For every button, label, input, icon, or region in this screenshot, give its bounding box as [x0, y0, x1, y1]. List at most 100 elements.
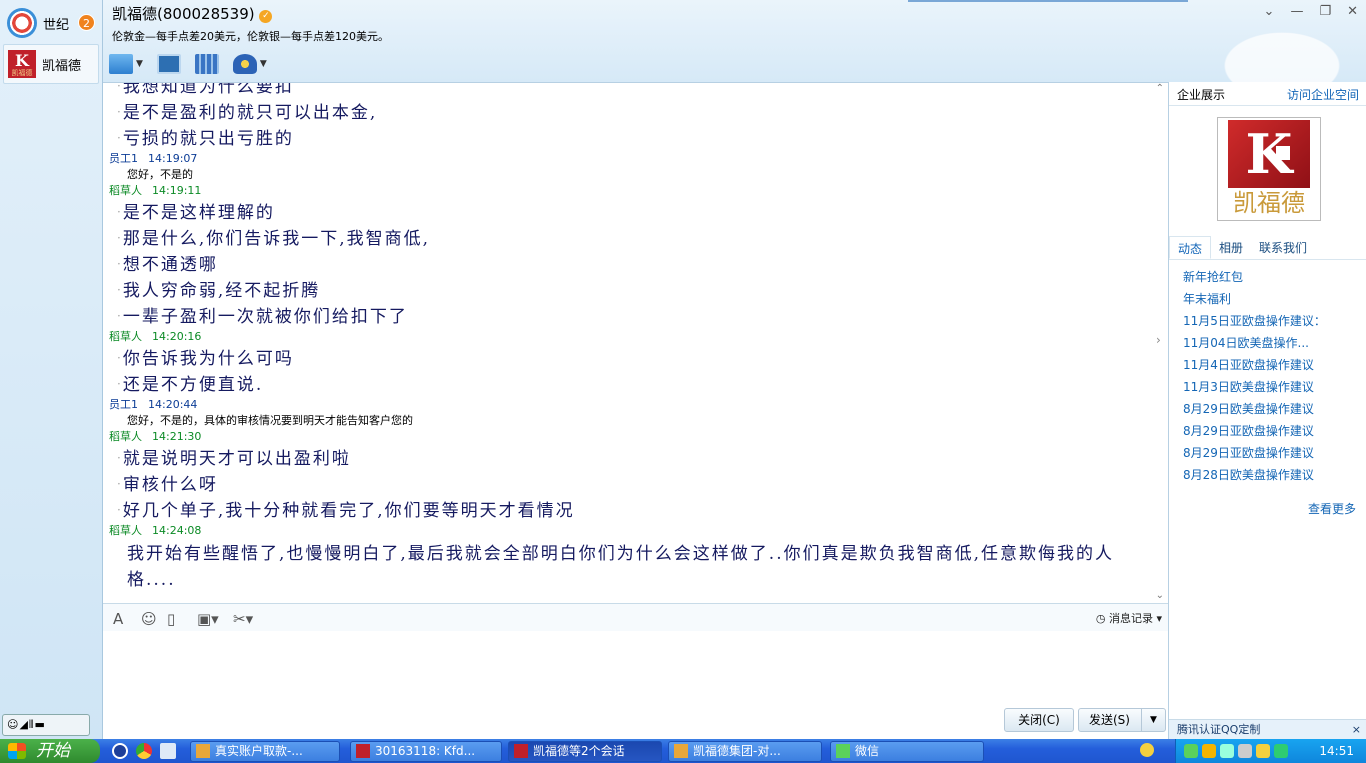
news-item[interactable]: 新年抢红包 [1183, 266, 1326, 288]
scroll-up-icon[interactable]: ⌃ [1156, 83, 1164, 94]
app-icon [514, 744, 528, 758]
message-line: · 审核什么呀 [103, 471, 1155, 497]
message-line-text: 想不通透哪 [122, 255, 218, 275]
apps-button[interactable] [194, 54, 219, 74]
tab-album[interactable]: 相册 [1211, 236, 1251, 259]
font-icon[interactable]: A [113, 610, 123, 628]
message-line-text: 好几个单子,我十分种就看完了,你们要等明天才看情况 [122, 501, 575, 521]
collapse-panel-icon[interactable]: › [1156, 333, 1161, 347]
message-line-text: 是不是盈利的就只可以出本金, [122, 103, 378, 123]
close-icon[interactable]: ✕ [1347, 4, 1358, 19]
ie-icon[interactable] [160, 743, 176, 759]
bullet-icon: · [117, 205, 121, 219]
qq-browser-icon[interactable] [112, 743, 128, 759]
logo-mark: K [1228, 120, 1310, 188]
volume-tray-icon[interactable] [1238, 744, 1252, 758]
start-label: 开始 [36, 741, 70, 761]
taskbar-item[interactable]: 30163118: Kfd... [350, 741, 502, 762]
image-icon[interactable]: ▣▾ [197, 610, 219, 628]
chevron-down-icon[interactable]: ▼ [1141, 709, 1165, 731]
qq-tray-icon[interactable] [1202, 744, 1216, 758]
news-item[interactable]: 8月29日亚欧盘操作建议 [1183, 420, 1326, 442]
message-line-text: 还是不方便直说. [122, 375, 264, 395]
sender-name[interactable]: 稻草人 [109, 330, 142, 343]
shield-tray-icon[interactable] [1274, 744, 1288, 758]
system-tray: 14:51 [1175, 739, 1366, 763]
minimize-icon[interactable]: — [1290, 4, 1303, 19]
service-cap-icon [232, 54, 257, 74]
visit-enterprise-link[interactable]: 访问企业空间 [1287, 82, 1359, 108]
message-line: · 好几个单子,我十分种就看完了,你们要等明天才看情况 [103, 497, 1155, 523]
taskbar-item-label: 30163118: Kfd... [375, 744, 476, 758]
file-transfer-button[interactable]: ▼ [109, 54, 143, 74]
clock[interactable]: 14:51 [1319, 739, 1354, 763]
message-header: 稻草人 14:21:30 [103, 429, 1155, 445]
message-header: 稻草人 14:24:08 [103, 523, 1155, 539]
chat-signature: 伦敦金—每手点差20美元，伦敦银—每手点差120美元。 [112, 30, 389, 43]
start-button[interactable]: 开始 [0, 739, 100, 763]
tab-contact[interactable]: 联系我们 [1251, 236, 1315, 259]
news-item[interactable]: 8月29日欧美盘操作建议 [1183, 398, 1326, 420]
security-tray-icon[interactable] [1256, 744, 1270, 758]
taskbar-item[interactable]: 微信 [830, 741, 984, 762]
see-more-link[interactable]: 查看更多 [1308, 500, 1356, 517]
window-controls: ⌄ — ❐ ✕ [1264, 4, 1358, 19]
bullet-icon: · [117, 477, 121, 491]
remote-desktop-button[interactable] [156, 54, 181, 74]
header-accent-line [908, 0, 1188, 2]
session-item-kaifude[interactable]: K 凯福德 凯福德 [3, 44, 99, 84]
message-history[interactable]: · 我想知道为什么要扣 · 是不是盈利的就只可以出本金, · 亏损的就只出亏胜的 员工1 1… [103, 82, 1168, 603]
news-item[interactable]: 11月5日亚欧盘操作建议： [1183, 310, 1326, 332]
chrome-icon[interactable] [136, 743, 152, 759]
message-line: · 你告诉我为什么可吗 [103, 345, 1155, 371]
news-item[interactable]: 11月04日欧美盘操作... [1183, 332, 1326, 354]
taskbar-item[interactable]: 真实账户取款-... [190, 741, 340, 762]
shake-icon[interactable]: ▯ [167, 610, 175, 628]
news-item[interactable]: 11月3日欧美盘操作建议 [1183, 376, 1326, 398]
verified-icon: ✓ [259, 10, 273, 23]
news-item[interactable]: 8月29日亚欧盘操作建议 [1183, 442, 1326, 464]
message-line: · 是不是这样理解的 [103, 199, 1155, 225]
bullet-icon: · [117, 451, 121, 465]
taskbar-item[interactable]: 凯福德集团-对... [668, 741, 822, 762]
session-name: 世纪 [43, 17, 70, 33]
service-button[interactable]: ▼ [232, 54, 267, 74]
emoji-icon[interactable]: ☺ [141, 610, 157, 628]
message-header: 员工1 14:20:44 [103, 397, 1155, 413]
news-item[interactable]: 8月28日欧美盘操作建议 [1183, 464, 1326, 486]
sender-name[interactable]: 员工1 [109, 398, 138, 411]
sender-name[interactable]: 员工1 [109, 152, 138, 165]
tab-updates[interactable]: 动态 [1169, 236, 1212, 259]
news-item[interactable]: 11月4日亚欧盘操作建议 [1183, 354, 1326, 376]
enterprise-panel: 企业展示 访问企业空间 K 凯福德 动态 相册 联系我们 新年抢红包 年末福利 11… [1168, 82, 1366, 739]
message-time: 14:21:30 [152, 430, 202, 443]
scroll-down-icon[interactable]: ⌄ [1156, 590, 1164, 601]
taskbar-item[interactable]: 凯福德等2个会话 [508, 741, 662, 762]
chat-title[interactable]: 凯福德(800028539) ✓ [112, 3, 273, 24]
network-tray-icon[interactable] [1220, 744, 1234, 758]
message-paragraph: 我开始有些醒悟了,也慢慢明白了,最后我就会全部明白你们为什么会这样做了..你们真… [127, 544, 1115, 590]
news-item[interactable]: 年末福利 [1183, 288, 1326, 310]
certification-text: 腾讯认证QQ定制 [1177, 723, 1261, 736]
message-line-text: 一辈子盈利一次就被你们给扣下了 [122, 307, 408, 327]
session-item-shiji[interactable]: 世纪 2 [3, 3, 99, 43]
send-button[interactable]: 发送(S) ▼ [1078, 708, 1166, 732]
collapse-icon[interactable]: ⌄ [1264, 4, 1275, 19]
bullet-icon: · [117, 105, 121, 119]
app-icon [356, 744, 370, 758]
restore-icon[interactable]: ❐ [1319, 4, 1331, 19]
app-icon [836, 744, 850, 758]
sender-name[interactable]: 稻草人 [109, 524, 142, 537]
qq-status-icons[interactable]: ☺◢⫴▬ [2, 714, 90, 736]
message-header: 稻草人 14:19:11 [103, 183, 1155, 199]
bullet-icon: · [117, 377, 121, 391]
wechat-tray-icon[interactable] [1184, 744, 1198, 758]
close-button[interactable]: 关闭(C) [1004, 708, 1074, 732]
scissors-icon[interactable]: ✂▾ [233, 610, 253, 628]
message-history-button[interactable]: ◷ 消息记录 ▾ [1096, 610, 1162, 626]
close-icon[interactable]: × [1352, 720, 1361, 740]
qq-penguin-icon[interactable] [1140, 743, 1154, 757]
sender-name[interactable]: 稻草人 [109, 430, 142, 443]
enterprise-logo[interactable]: K 凯福德 [1217, 117, 1321, 221]
sender-name[interactable]: 稻草人 [109, 184, 142, 197]
